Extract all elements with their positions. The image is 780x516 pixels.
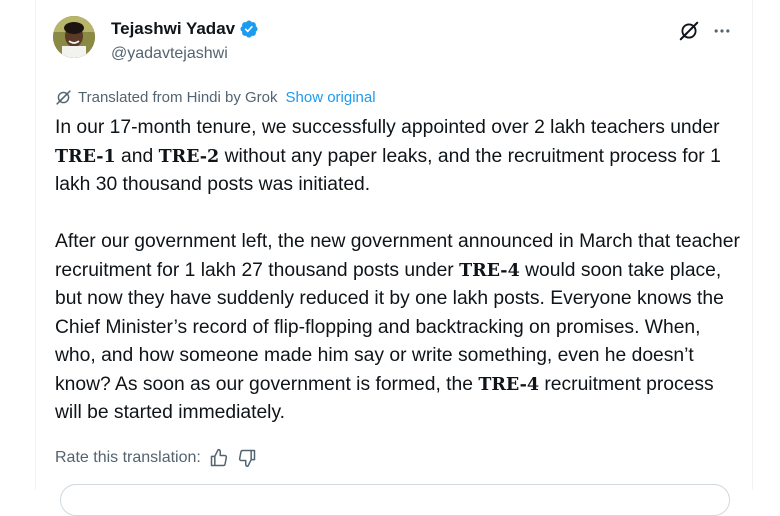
tweet-text-segment: In our 17-month tenure, we successfully … [55, 117, 720, 138]
rate-translation: Rate this translation: [55, 448, 257, 468]
translation-notice-text: Translated from Hindi by Grok [78, 89, 278, 106]
rate-translation-label: Rate this translation: [55, 449, 201, 466]
grok-icon [56, 90, 71, 105]
tre2-term: TRE-2 [158, 146, 220, 167]
embedded-card[interactable] [60, 484, 730, 516]
author-name-row[interactable]: Tejashwi Yadav [111, 19, 259, 39]
grok-icon[interactable] [678, 20, 700, 42]
timeline-border-right [752, 0, 753, 490]
thumbs-up-icon[interactable] [209, 448, 229, 468]
author-name[interactable]: Tejashwi Yadav [111, 19, 235, 39]
tweet-text-segment: and [115, 145, 159, 167]
translation-notice: Translated from Hindi by Grok Show origi… [55, 89, 376, 106]
tweet-paragraph: After our government left, the new gover… [55, 228, 745, 428]
avatar[interactable] [53, 16, 95, 58]
tweet-paragraph: In our 17-month tenure, we successfully … [55, 114, 745, 200]
author-handle[interactable]: @yadavtejashwi [111, 45, 228, 63]
tre4-term: TRE-4 [478, 374, 540, 395]
tweet-text: In our 17-month tenure, we successfully … [55, 114, 745, 428]
timeline-border-left [35, 0, 36, 490]
thumbs-down-icon[interactable] [237, 448, 257, 468]
more-options-icon[interactable] [711, 21, 733, 41]
tre1-term: TRE-1 [55, 146, 116, 167]
tre4-term: TRE-4 [459, 260, 520, 281]
show-original-link[interactable]: Show original [286, 89, 376, 106]
verified-badge-icon [240, 20, 258, 38]
